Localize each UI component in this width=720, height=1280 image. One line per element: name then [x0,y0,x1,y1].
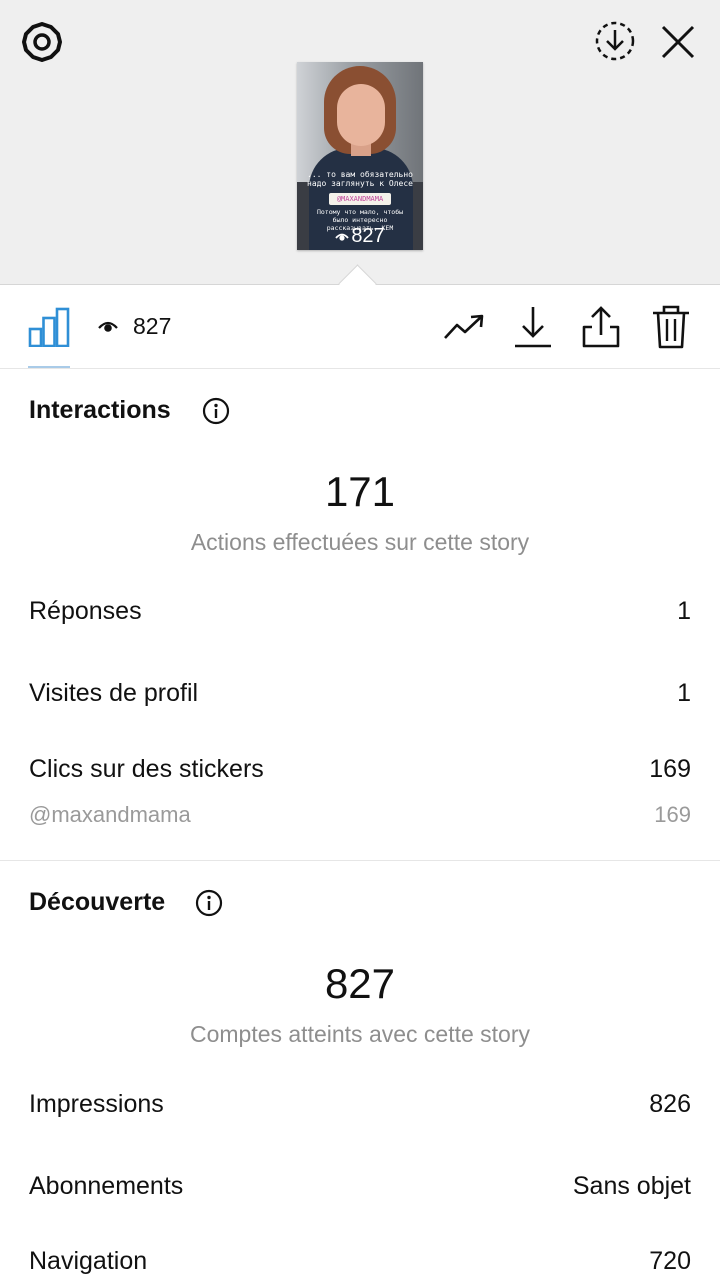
interactions-row-label: Réponses [29,597,142,625]
sticker-mention-value: 169 [654,802,691,827]
views-count: 827 [133,313,172,339]
interactions-row-value: 1 [677,597,691,625]
story-thumbnail[interactable]: ... то вам обязательно надо заглянуть к … [297,62,423,250]
story-preview-area: ... то вам обязательно надо заглянуть к … [0,0,720,285]
close-icon[interactable] [660,24,696,60]
interactions-row-value: 169 [649,755,691,783]
section-divider [0,860,720,861]
interactions-row-value: 1 [677,679,691,707]
active-tab-indicator [28,366,70,368]
discovery-row-label: Navigation [29,1247,148,1275]
trending-icon[interactable] [443,313,485,341]
trash-icon[interactable] [652,305,690,349]
eye-icon [335,233,349,241]
save-story-icon[interactable] [594,20,636,62]
discovery-row-value: Sans objet [572,1172,691,1200]
download-icon[interactable] [514,305,552,349]
interactions-subtitle: Actions effectuées sur cette story [190,529,530,555]
discovery-title: Découverte [29,888,166,916]
thumbnail-mention-tag: @MAXANDMAMA [329,193,391,205]
bar-chart-icon[interactable] [28,307,70,348]
eye-icon [98,320,118,334]
thumbnail-caption-top: ... то вам обязательно надо заглянуть к … [307,170,413,188]
discovery-subtitle: Comptes atteints avec cette story [189,1021,531,1047]
interactions-title: Interactions [29,396,171,424]
discovery-row-label: Impressions [29,1090,164,1118]
interactions-row-label: Visites de profil [29,679,199,707]
discovery-info-icon[interactable] [195,889,223,917]
thumbnail-views: 827 [297,225,423,248]
share-icon[interactable] [582,305,620,349]
discovery-row-value: 826 [649,1090,691,1118]
sticker-mention-label[interactable]: @maxandmama [29,802,191,828]
discovery-row-value: 720 [649,1247,691,1275]
thumbnail-views-count: 827 [351,225,385,247]
discovery-row-label: Abonnements [29,1172,184,1200]
interactions-row-label: Clics sur des stickers [29,755,264,783]
interactions-info-icon[interactable] [202,397,230,425]
insights-toolbar: 827 [0,285,720,369]
thumbnail-face [337,84,385,146]
interactions-total: 171 [324,468,396,515]
settings-gear-icon[interactable] [21,21,63,63]
discovery-total: 827 [324,960,396,1007]
